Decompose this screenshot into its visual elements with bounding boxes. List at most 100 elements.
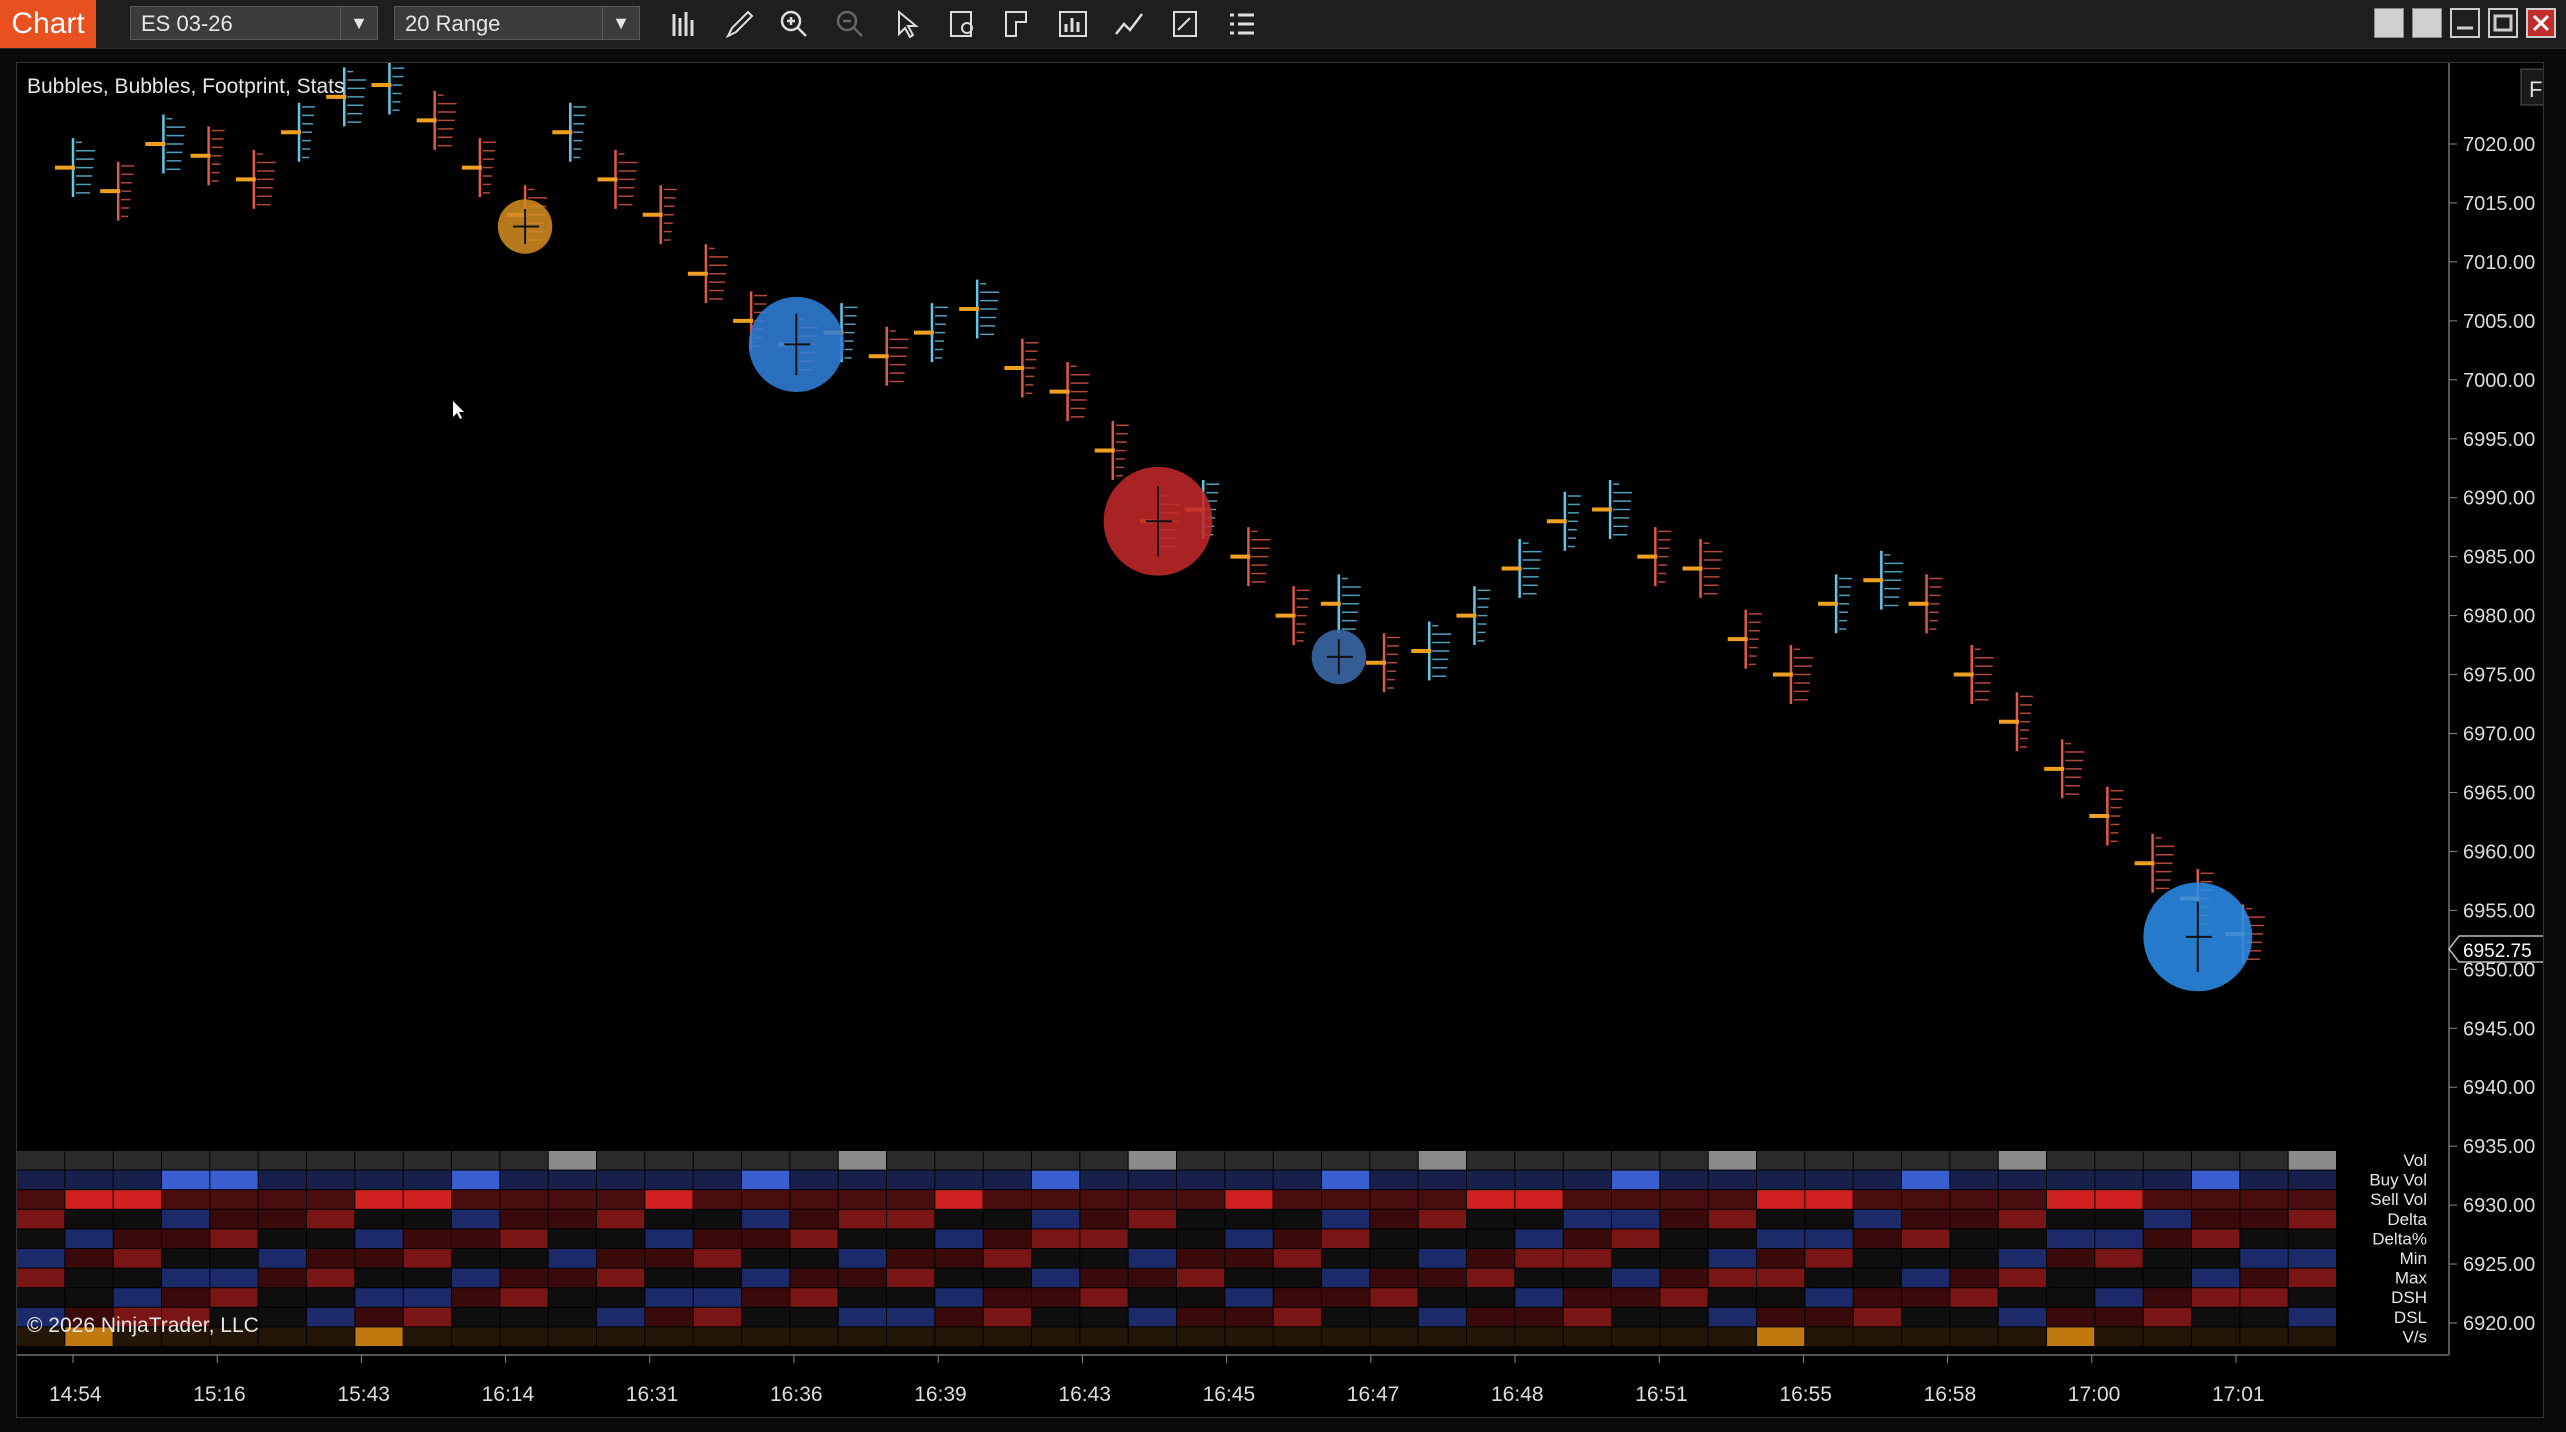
chart-tab[interactable]: Chart [0,0,96,48]
stats-cell [307,1268,355,1288]
stats-cell [597,1327,645,1346]
stats-cell [548,1151,596,1170]
time-axis-label: 16:31 [626,1383,679,1406]
data-box-icon[interactable] [945,8,981,40]
stats-cell [500,1307,548,1327]
list-icon[interactable] [1224,8,1260,40]
stats-cell [210,1170,258,1190]
stats-cell [1563,1151,1611,1170]
draw-pencil-icon[interactable] [722,8,758,40]
stats-cell [1225,1229,1273,1248]
price-axis-label: 6965.00 [2463,782,2535,804]
stats-cell [1708,1288,1756,1307]
stats-cell [983,1268,1031,1288]
stats-cell [1998,1268,2046,1288]
stats-cell [1853,1170,1901,1190]
stats-cell [1418,1209,1466,1229]
bar-type-icon[interactable] [666,8,702,40]
stats-cell [2095,1170,2143,1190]
stats-cell [1902,1307,1950,1327]
zoom-in-icon[interactable] [777,8,813,40]
stats-cell [1708,1151,1756,1170]
stats-cell [162,1229,210,1248]
stats-cell [307,1307,355,1327]
stats-cell [2240,1151,2288,1170]
pointer-icon[interactable] [889,8,925,40]
stats-cell [1370,1190,1418,1209]
stats-cell [838,1268,886,1288]
stats-cell [403,1307,451,1327]
stats-cell [1032,1268,1080,1288]
close-icon[interactable] [2526,8,2556,38]
stats-cell [2095,1327,2143,1346]
stats-cell [210,1229,258,1248]
templates-icon[interactable] [1000,8,1036,40]
stats-cell [2047,1288,2095,1307]
stats-cell [1128,1229,1176,1248]
stats-cell [935,1229,983,1248]
chart-panel[interactable]: 7020.00 7015.00 7010.00 7005.00 7000.00 6995.… [16,55,2552,1418]
stats-cell [1660,1327,1708,1346]
properties-icon[interactable] [1168,8,1204,40]
maximize-icon[interactable] [2488,8,2518,38]
stats-cell [1902,1151,1950,1170]
stats-cell [548,1190,596,1209]
tile-button[interactable] [2374,8,2404,38]
stats-cell [645,1249,693,1268]
stats-cell [983,1288,1031,1307]
stats-cell [1032,1151,1080,1170]
stats-cell [1273,1249,1321,1268]
stats-cell [2288,1327,2336,1346]
stats-cell [597,1268,645,1288]
stats-cell [1370,1249,1418,1268]
stats-cell [500,1209,548,1229]
stats-cell [65,1268,113,1288]
chart-canvas[interactable]: 7020.00 7015.00 7010.00 7005.00 7000.00 6995.… [17,55,2552,1417]
chevron-down-icon[interactable]: ▼ [340,7,377,39]
stats-cell [2288,1209,2336,1229]
stats-cell [210,1268,258,1288]
stats-cell [1418,1307,1466,1327]
stats-cell [1902,1190,1950,1209]
tile-button-2[interactable] [2412,8,2442,38]
time-axis-label: 16:39 [914,1383,967,1406]
stats-cell [742,1307,790,1327]
stats-cell [1805,1190,1853,1209]
stats-cell [2192,1209,2240,1229]
time-axis-label: 16:48 [1491,1383,1544,1406]
price-axis-label: 6975.00 [2463,665,2535,687]
stats-cell [983,1249,1031,1268]
stats-cell [1660,1249,1708,1268]
stats-cell [2240,1170,2288,1190]
stats-cell [1563,1268,1611,1288]
stats-cell [2143,1307,2191,1327]
stats-row-label: Min [2400,1249,2427,1268]
strategies-icon[interactable] [1112,8,1148,40]
f-button-label: F [2529,77,2542,102]
minimize-icon[interactable] [2450,8,2480,38]
zoom-out-icon[interactable] [833,8,869,40]
instrument-selector[interactable]: ES 03-26 ▼ [130,6,378,40]
stats-cell [1805,1249,1853,1268]
time-axis-label: 16:55 [1779,1383,1832,1406]
stats-cell [1757,1307,1805,1327]
chevron-down-icon[interactable]: ▼ [602,7,639,39]
stats-cell [1950,1268,1998,1288]
stats-cell [2288,1288,2336,1307]
stats-cell [1467,1190,1515,1209]
stats-cell [1660,1190,1708,1209]
stats-cell [2047,1268,2095,1288]
indicators-icon[interactable] [1056,8,1092,40]
stats-cell [597,1249,645,1268]
stats-cell [1805,1327,1853,1346]
f-button[interactable]: F [2520,68,2552,106]
bar-type-selector[interactable]: 20 Range ▼ [394,6,640,40]
stats-cell [1998,1327,2046,1346]
stats-cell [162,1209,210,1229]
stats-cell [742,1190,790,1209]
stats-cell [790,1229,838,1248]
stats-cell [258,1327,306,1346]
last-price-marker: 6952.75 [2448,935,2546,963]
stats-cell [1177,1288,1225,1307]
stats-cell [2240,1307,2288,1327]
